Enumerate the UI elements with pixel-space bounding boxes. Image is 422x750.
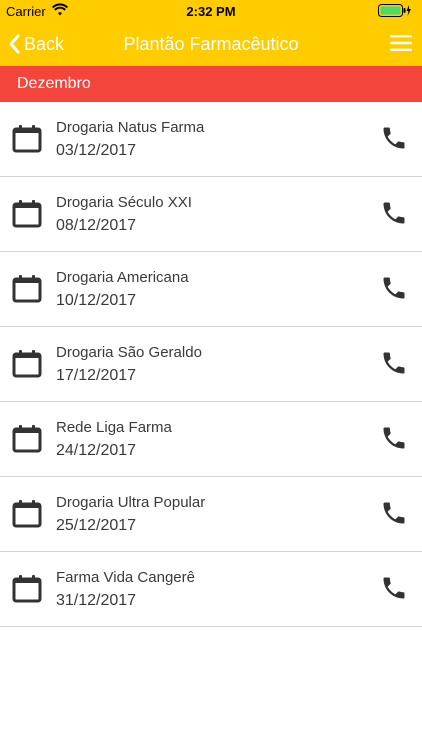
calendar-icon	[12, 575, 42, 603]
duty-date: 10/12/2017	[56, 292, 137, 309]
duty-date: 24/12/2017	[56, 442, 137, 459]
phone-icon[interactable]	[380, 574, 408, 602]
pharmacy-list: Drogaria Natus Farma 03/12/2017 Drogaria…	[0, 102, 422, 627]
pharmacy-name: Farma Vida Cangerê	[56, 569, 195, 586]
list-item[interactable]: Rede Liga Farma 24/12/2017	[0, 402, 422, 477]
duty-date: 25/12/2017	[56, 517, 137, 534]
list-item[interactable]: Farma Vida Cangerê 31/12/2017	[0, 552, 422, 627]
duty-date: 31/12/2017	[56, 592, 137, 609]
calendar-icon	[12, 425, 42, 453]
page-title: Plantão Farmacêutico	[123, 34, 299, 54]
phone-icon[interactable]	[380, 424, 408, 452]
calendar-icon	[12, 125, 42, 153]
battery-icon	[378, 4, 411, 17]
duty-date: 03/12/2017	[56, 142, 137, 159]
calendar-icon	[12, 200, 42, 228]
phone-icon[interactable]	[380, 274, 408, 302]
pharmacy-name: Drogaria São Geraldo	[56, 344, 202, 361]
list-item[interactable]: Drogaria São Geraldo 17/12/2017	[0, 327, 422, 402]
pharmacy-name: Rede Liga Farma	[56, 419, 172, 436]
pharmacy-name: Drogaria Século XXI	[56, 194, 192, 211]
pharmacy-name: Drogaria Americana	[56, 269, 189, 286]
navigation-bar: Back Plantão Farmacêutico	[0, 22, 422, 66]
hamburger-menu-icon[interactable]	[390, 34, 412, 52]
pharmacy-name: Drogaria Ultra Popular	[56, 494, 206, 511]
list-item[interactable]: Drogaria Natus Farma 03/12/2017	[0, 102, 422, 177]
month-label: Dezembro	[17, 75, 91, 92]
calendar-icon	[12, 500, 42, 528]
phone-icon[interactable]	[380, 199, 408, 227]
month-section-header: Dezembro	[0, 66, 422, 102]
calendar-icon	[12, 350, 42, 378]
status-time: 2:32 PM	[186, 4, 236, 19]
list-item[interactable]: Drogaria Americana 10/12/2017	[0, 252, 422, 327]
list-item[interactable]: Drogaria Século XXI 08/12/2017	[0, 177, 422, 252]
duty-date: 17/12/2017	[56, 367, 137, 384]
phone-icon[interactable]	[380, 499, 408, 527]
status-bar: Carrier 2:32 PM	[0, 0, 422, 22]
pharmacy-name: Drogaria Natus Farma	[56, 119, 205, 136]
phone-icon[interactable]	[380, 124, 408, 152]
calendar-icon	[12, 275, 42, 303]
duty-date: 08/12/2017	[56, 217, 137, 234]
phone-icon[interactable]	[380, 349, 408, 377]
list-item[interactable]: Drogaria Ultra Popular 25/12/2017	[0, 477, 422, 552]
